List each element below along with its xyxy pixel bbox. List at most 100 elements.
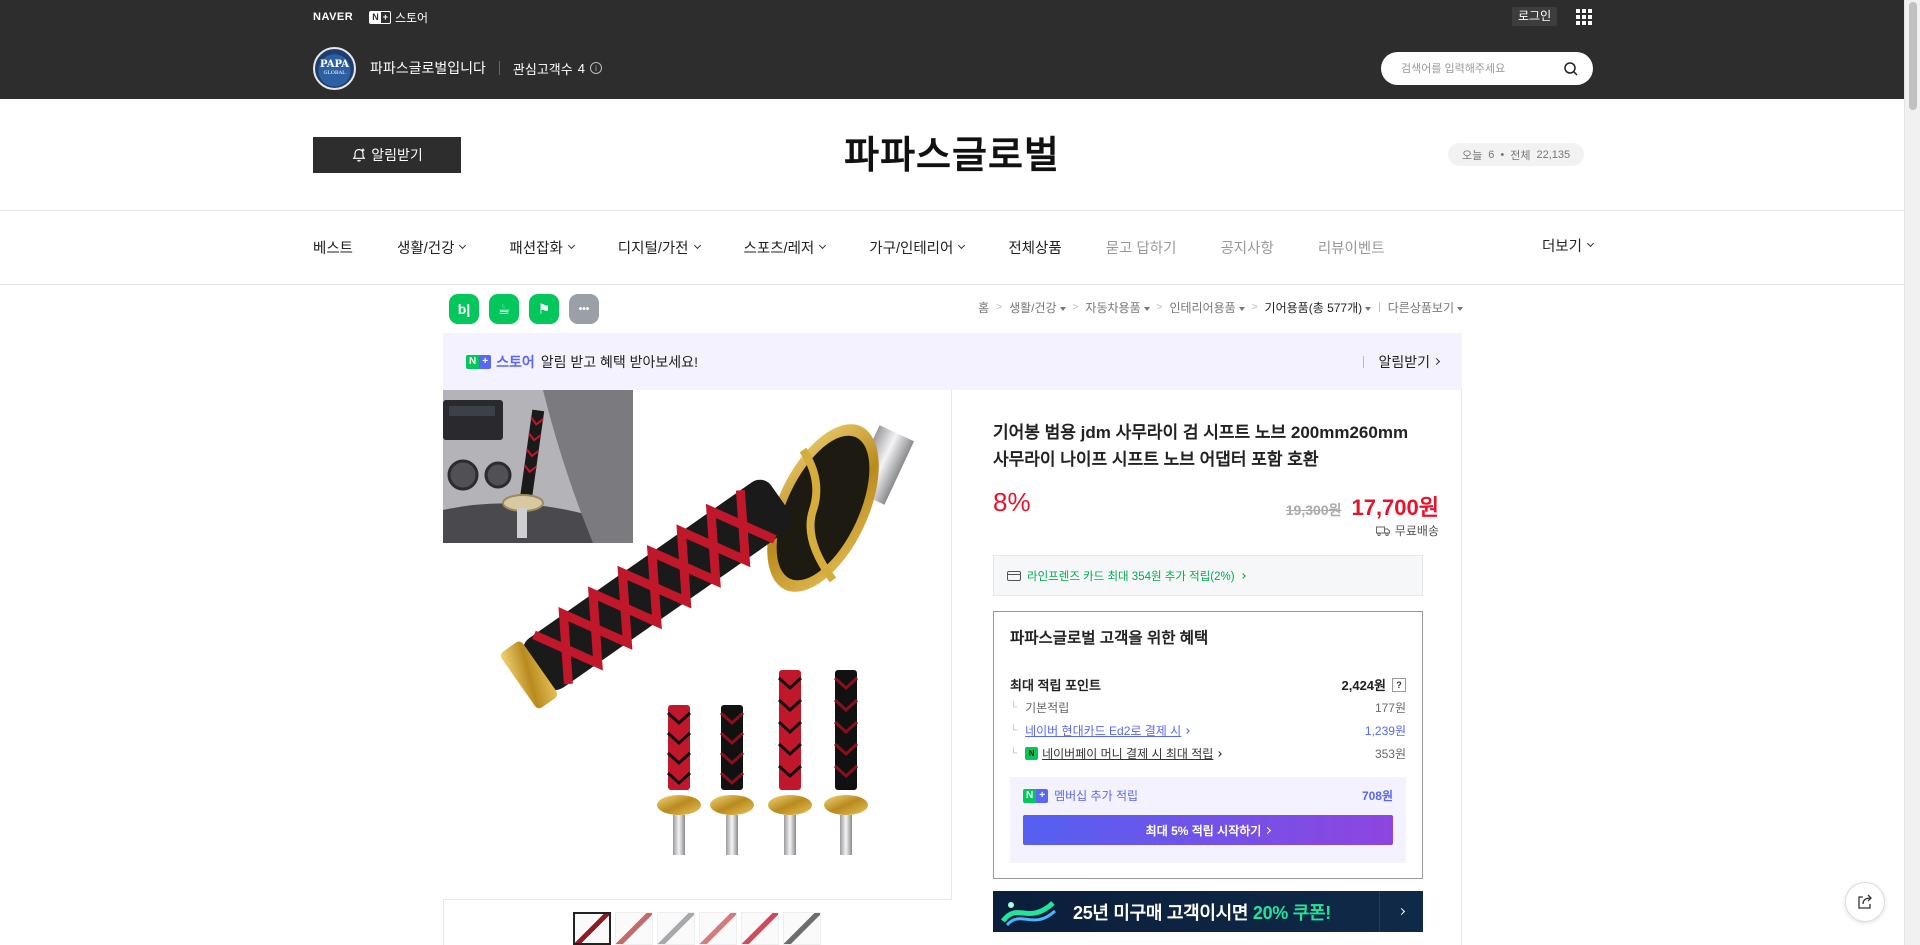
search-input[interactable]: [1401, 62, 1563, 75]
nav-item-label: 가구/인테리어: [869, 240, 954, 257]
blog-icon[interactable]: b|: [449, 294, 479, 324]
nav-item[interactable]: 가구/인테리어: [869, 237, 966, 258]
nav-more-button[interactable]: 더보기: [1542, 235, 1595, 256]
apps-grid-icon[interactable]: [1576, 9, 1592, 25]
tree-branch-icon: └: [1010, 748, 1018, 759]
other-products-label: 다른상품보기: [1387, 301, 1454, 315]
scrollbar-thumb[interactable]: [1909, 2, 1917, 110]
store-logo-subtext: GLOBAL: [323, 70, 346, 76]
benefit-row-label: 기본적립: [1025, 701, 1070, 715]
divider: |: [1378, 302, 1381, 313]
nav-item-label: 생활/건강: [397, 240, 455, 257]
benefit-row: └ 기본적립 177원: [1010, 699, 1406, 716]
help-icon[interactable]: ?: [1392, 677, 1406, 692]
nav-item[interactable]: 전체상품: [1008, 237, 1061, 258]
benefit-row-value: 177원: [1374, 701, 1406, 715]
nav-item[interactable]: 묻고 답하기: [1106, 237, 1177, 258]
nav-item[interactable]: 공지사항: [1220, 237, 1273, 258]
membership-start-button[interactable]: 최대 5% 적립 시작하기: [1023, 815, 1393, 845]
credit-card-icon: [1007, 570, 1021, 581]
benefit-row: └ 네이버 현대카드 Ed2로 결제 시 1,239원: [1010, 722, 1406, 739]
nplus-badge: N +: [1023, 788, 1049, 803]
shipping-label: 무료배송: [1394, 524, 1439, 538]
login-button[interactable]: 로그인: [1512, 7, 1558, 26]
sale-price: 17,700원: [1351, 495, 1439, 520]
benefit-row-label: 네이버페이 머니 결제 시 최대 적립: [1042, 747, 1214, 761]
product-thumbnail[interactable]: [699, 912, 737, 945]
coupon-text-main: 25년 미구매 고객이시면: [1073, 902, 1249, 923]
max-points-row: 최대 적립 포인트 2,424원?: [1010, 675, 1406, 694]
cafe-icon[interactable]: ☕: [489, 294, 519, 324]
notice-alarm-button[interactable]: 알림받기: [1363, 352, 1441, 372]
chevron-right-icon: [1264, 826, 1272, 834]
product-thumbnail[interactable]: [615, 912, 653, 945]
card-benefit-link[interactable]: 라인프렌즈 카드 최대 354원 추가 적립(2%): [993, 555, 1423, 596]
store-notice-banner[interactable]: N + 스토어 알림 받고 혜택 받아보세요! 알림받기: [443, 333, 1462, 390]
nav-item[interactable]: 스포츠/레저: [743, 237, 827, 258]
coupon-banner[interactable]: 25년 미구매 고객이시면 20% 쿠폰!: [993, 891, 1423, 932]
naver-logo[interactable]: NAVER: [313, 11, 353, 23]
nav-item-label: 리뷰이벤트: [1317, 240, 1385, 257]
membership-label: 멤버십 추가 적립: [1054, 789, 1139, 803]
nplus-plus: +: [1036, 788, 1049, 803]
divider: [498, 61, 500, 75]
breadcrumb-item[interactable]: 자동차용품: [1085, 299, 1150, 316]
breadcrumb-home[interactable]: 홈: [978, 299, 989, 316]
nav-item-label: 스포츠/레저: [743, 240, 815, 257]
breadcrumb-separator: >: [1072, 302, 1079, 313]
membership-value: 708원: [1361, 789, 1393, 803]
share-button[interactable]: [1845, 882, 1885, 922]
breadcrumb-separator: >: [1156, 302, 1163, 313]
membership-button-label: 최대 5% 적립 시작하기: [1145, 823, 1262, 838]
benefit-row: └ N 네이버페이 머니 결제 시 최대 적립 353원: [1010, 745, 1406, 762]
visits-today: 6: [1488, 148, 1495, 161]
chevron-down-icon: [459, 241, 467, 249]
share-icon: [1858, 894, 1872, 909]
chevron-down-icon: [693, 241, 701, 249]
tree-branch-icon: └: [1010, 725, 1018, 736]
store-name[interactable]: 파파스글로벌입니다: [370, 58, 486, 78]
chevron-right-icon: [1239, 572, 1246, 579]
notice-text: 알림 받고 혜택 받아보세요!: [540, 353, 698, 370]
more-icon[interactable]: •••: [569, 294, 599, 324]
other-products-link[interactable]: 다른상품보기: [1388, 299, 1463, 316]
benefit-row-label-wrap[interactable]: └ N 네이버페이 머니 결제 시 최대 적립: [1010, 745, 1223, 762]
nav-item[interactable]: 리뷰이벤트: [1318, 237, 1385, 258]
divider: [0, 210, 1904, 211]
nplus-store-logo: N + 스토어: [466, 352, 535, 372]
nplus-n: N: [1023, 788, 1037, 803]
dot-separator: •: [1500, 148, 1505, 161]
nav-item[interactable]: 패션잡화: [509, 237, 575, 258]
breadcrumb-item[interactable]: 생활/건강: [1009, 299, 1066, 316]
breadcrumb-current-label: 기어용품(총 577개): [1264, 301, 1363, 315]
nav-item[interactable]: 디지털/가전: [618, 237, 701, 258]
store-logo[interactable]: PAPA GLOBAL: [313, 46, 356, 90]
nplus-plus: +: [382, 11, 388, 22]
product-thumbnail[interactable]: [741, 912, 779, 945]
product-thumbnail[interactable]: [573, 912, 611, 945]
shipping-info: 무료배송: [1375, 522, 1439, 539]
breadcrumb-item[interactable]: 인테리어용품: [1169, 299, 1245, 316]
coupon-text: 25년 미구매 고객이시면 20% 쿠폰!: [1073, 899, 1331, 925]
nplus-n: N: [466, 354, 480, 369]
product-thumbnail[interactable]: [783, 912, 821, 945]
bookmark-icon[interactable]: ⚑: [529, 294, 559, 324]
breadcrumb-current[interactable]: 기어용품(총 577개): [1265, 299, 1372, 316]
nav-item[interactable]: 베스트: [313, 237, 353, 258]
discount-rate: 8%: [993, 487, 1031, 517]
store-profile-row: PAPA GLOBAL 파파스글로벌입니다 관심고객수 4 i: [313, 46, 602, 90]
benefit-row-label-wrap[interactable]: └ 네이버 현대카드 Ed2로 결제 시: [1010, 722, 1191, 739]
share-quick-icons: b| ☕ ⚑ •••: [449, 294, 599, 324]
naverpay-icon: N: [1025, 747, 1039, 760]
nav-item[interactable]: 생활/건강: [397, 237, 467, 258]
store-title[interactable]: 파파스글로벌: [0, 124, 1904, 179]
knob-variants: [657, 670, 868, 855]
search-icon[interactable]: [1563, 61, 1579, 77]
coupon-arrow-button[interactable]: [1379, 891, 1423, 932]
nplus-plus: +: [479, 354, 492, 369]
nplus-store-logo[interactable]: N + 스토어: [369, 9, 428, 26]
product-image-panel[interactable]: [443, 390, 952, 899]
product-thumbnail[interactable]: [657, 912, 695, 945]
info-icon[interactable]: i: [589, 62, 602, 74]
page-scrollbar[interactable]: [1904, 0, 1920, 945]
